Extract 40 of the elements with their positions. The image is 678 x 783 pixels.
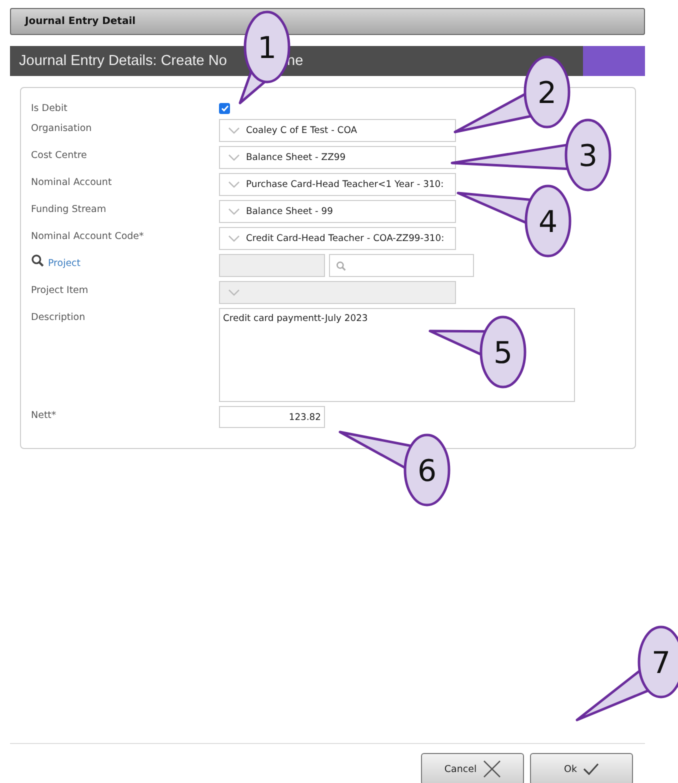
dropdown-field[interactable]: Balance Sheet - 99 (219, 200, 456, 223)
dropdown-field[interactable]: Purchase Card-Head Teacher<1 Year - 310: (219, 173, 456, 196)
field-label: Cost Centre (31, 149, 88, 163)
callout-balloon: 5 (428, 316, 526, 388)
chevron-icon (228, 289, 240, 296)
amount-field[interactable]: 123.82 (219, 406, 325, 428)
search-icon (336, 260, 346, 270)
field-label: Description (31, 311, 86, 325)
callout-balloon: 4 (456, 184, 572, 258)
field-label: Is Debit (31, 102, 68, 115)
dropdown-field[interactable]: Coaley C of E Test - COA (219, 119, 456, 142)
window-title: Journal Entry Detail (25, 16, 136, 27)
project-link[interactable]: Project (48, 254, 81, 277)
accent-block (583, 46, 645, 76)
close-icon (482, 760, 501, 778)
search-field[interactable] (329, 254, 474, 277)
cancel-button[interactable]: Cancel (421, 753, 524, 783)
field-label: Nominal Account (31, 176, 113, 190)
callout-balloon: 3 (450, 118, 612, 192)
check-icon (582, 763, 599, 775)
chevron-icon (228, 235, 240, 242)
field-label: Funding Stream (31, 203, 108, 217)
chevron-icon (228, 208, 240, 215)
callout-balloon: 6 (338, 430, 450, 506)
field-label: Nominal Account Code* (31, 230, 145, 244)
field-label: Nett* (31, 409, 58, 423)
dropdown-field[interactable]: Credit Card-Head Teacher - COA-ZZ99-310: (219, 227, 456, 250)
page-title: Journal Entry Details: Create No (19, 53, 227, 69)
callout-balloon: 2 (454, 56, 570, 134)
code-field[interactable] (219, 254, 325, 277)
checkbox[interactable] (219, 103, 230, 114)
ok-button[interactable]: Ok (530, 753, 633, 783)
dropdown-field[interactable]: Balance Sheet - ZZ99 (219, 146, 456, 169)
field-label: Organisation (31, 122, 93, 136)
search-icon (31, 254, 44, 267)
field-label: Project Item (31, 284, 90, 298)
chevron-icon (228, 181, 240, 188)
chevron-icon (228, 127, 240, 134)
chevron-icon (228, 154, 240, 161)
callout-balloon: 7 (576, 626, 678, 722)
